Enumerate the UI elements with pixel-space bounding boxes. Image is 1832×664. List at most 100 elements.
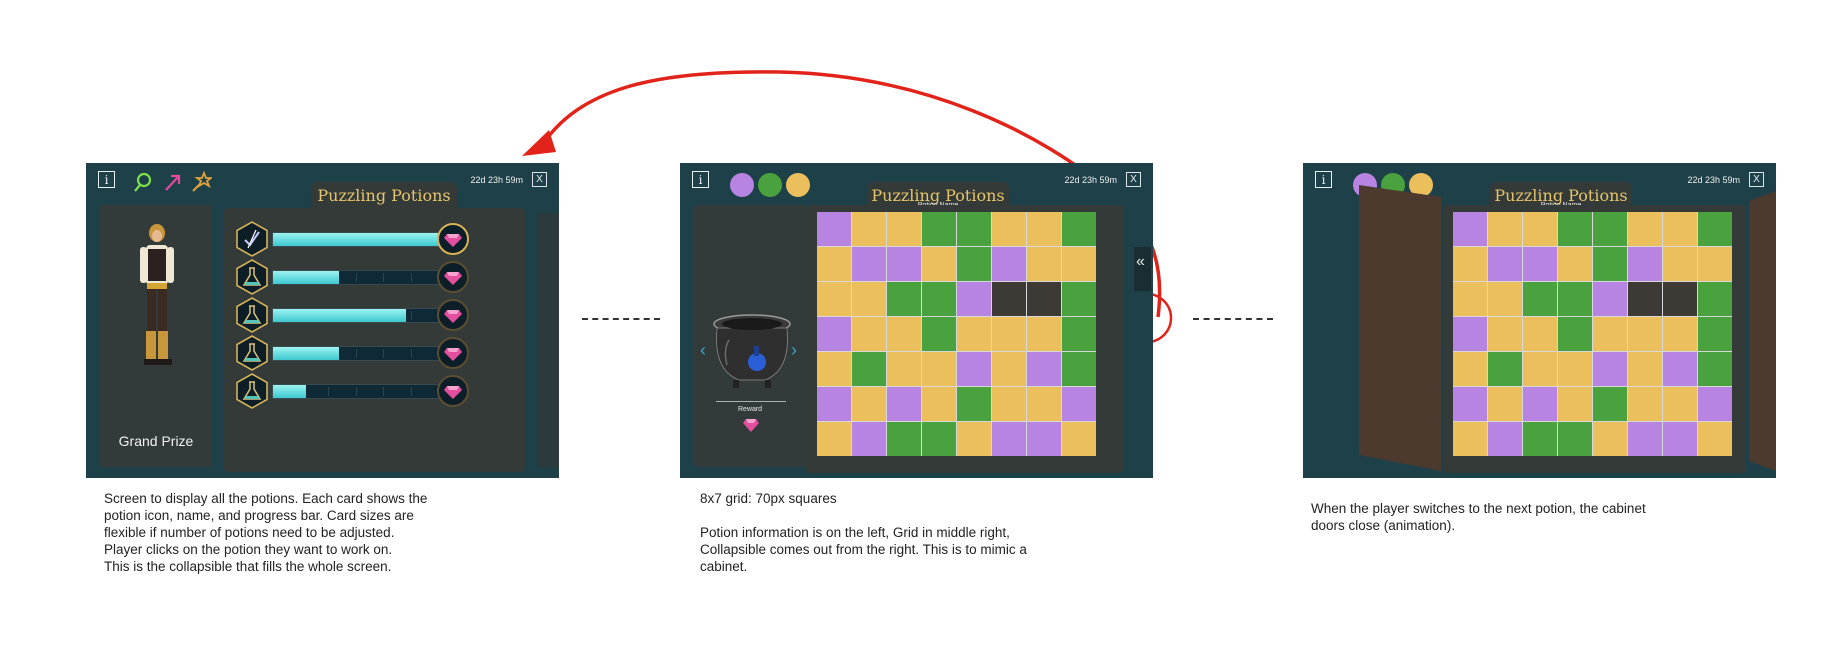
grid-cell[interactable]: [1593, 422, 1627, 456]
grid-cell[interactable]: [922, 422, 956, 456]
potion-card[interactable]: [234, 259, 469, 295]
collapse-button[interactable]: «: [1136, 253, 1145, 271]
grid-cell[interactable]: [1558, 422, 1592, 456]
grid-cell[interactable]: [817, 422, 851, 456]
grid-cell[interactable]: [1062, 247, 1096, 281]
potion-card[interactable]: [234, 335, 469, 371]
grid-cell[interactable]: [1027, 317, 1061, 351]
grid-cell[interactable]: [1523, 352, 1557, 386]
grid-cell[interactable]: [992, 352, 1026, 386]
grid-cell[interactable]: [852, 317, 886, 351]
green-potion-dot[interactable]: [758, 173, 782, 197]
grid-cell[interactable]: [852, 247, 886, 281]
grid-cell[interactable]: [1628, 247, 1662, 281]
grid-cell[interactable]: [1062, 422, 1096, 456]
grid-cell[interactable]: [817, 247, 851, 281]
grid-cell[interactable]: [1698, 352, 1732, 386]
grid-cell[interactable]: [992, 422, 1026, 456]
grid-cell[interactable]: [1558, 282, 1592, 316]
grid-cell[interactable]: [887, 317, 921, 351]
grid-cell[interactable]: [957, 282, 991, 316]
grid-cell[interactable]: [1663, 282, 1697, 316]
grid-cell[interactable]: [1628, 387, 1662, 421]
grid-cell[interactable]: [1698, 387, 1732, 421]
grid-cell[interactable]: [1593, 282, 1627, 316]
grid-cell[interactable]: [817, 317, 851, 351]
grid-cell[interactable]: [852, 387, 886, 421]
grid-cell[interactable]: [922, 387, 956, 421]
grid-cell[interactable]: [1027, 212, 1061, 246]
grid-cell[interactable]: [817, 387, 851, 421]
grid-cell[interactable]: [992, 387, 1026, 421]
grid-cell[interactable]: [1027, 422, 1061, 456]
grid-cell[interactable]: [852, 422, 886, 456]
grid-cell[interactable]: [1628, 317, 1662, 351]
grid-cell[interactable]: [1663, 352, 1697, 386]
grid-cell[interactable]: [1698, 317, 1732, 351]
potion-card[interactable]: [234, 297, 469, 333]
grid-cell[interactable]: [1593, 317, 1627, 351]
grid-cell[interactable]: [1062, 317, 1096, 351]
grid-cell[interactable]: [957, 317, 991, 351]
grid-cell[interactable]: [1027, 282, 1061, 316]
potion-card[interactable]: [234, 221, 469, 257]
grid-cell[interactable]: [1558, 212, 1592, 246]
yellow-potion-dot[interactable]: [786, 173, 810, 197]
grid-cell[interactable]: [922, 212, 956, 246]
grid-cell[interactable]: [922, 282, 956, 316]
grid-cell[interactable]: [1488, 247, 1522, 281]
grid-cell[interactable]: [887, 282, 921, 316]
grid-cell[interactable]: [1523, 212, 1557, 246]
grid-cell[interactable]: [817, 282, 851, 316]
grid-cell[interactable]: [1062, 282, 1096, 316]
grid-cell[interactable]: [887, 352, 921, 386]
grid-cell[interactable]: [1558, 247, 1592, 281]
grid-cell[interactable]: [1523, 247, 1557, 281]
grid-cell[interactable]: [957, 212, 991, 246]
grid-cell[interactable]: [957, 352, 991, 386]
grid-cell[interactable]: [922, 247, 956, 281]
grid-cell[interactable]: [1062, 352, 1096, 386]
grid-cell[interactable]: [1663, 212, 1697, 246]
grid-cell[interactable]: [1593, 212, 1627, 246]
grid-cell[interactable]: [1628, 422, 1662, 456]
grid-cell[interactable]: [992, 282, 1026, 316]
close-button[interactable]: X: [532, 172, 547, 187]
grid-cell[interactable]: [1523, 422, 1557, 456]
grid-cell[interactable]: [1488, 317, 1522, 351]
grid-cell[interactable]: [1488, 422, 1522, 456]
grid-cell[interactable]: [1628, 282, 1662, 316]
grid-cell[interactable]: [852, 212, 886, 246]
grid-cell[interactable]: [817, 352, 851, 386]
grid-cell[interactable]: [1523, 282, 1557, 316]
purple-potion-dot[interactable]: [730, 173, 754, 197]
grid-cell[interactable]: [817, 212, 851, 246]
grid-cell[interactable]: [887, 387, 921, 421]
grid-cell[interactable]: [1453, 352, 1487, 386]
grid-cell[interactable]: [992, 212, 1026, 246]
grid-cell[interactable]: [922, 352, 956, 386]
info-button[interactable]: i: [98, 171, 115, 188]
grid-cell[interactable]: [1698, 282, 1732, 316]
chevron-left-icon[interactable]: ‹: [700, 340, 706, 361]
grid-cell[interactable]: [922, 317, 956, 351]
grid-cell[interactable]: [1663, 387, 1697, 421]
grid-cell[interactable]: [1593, 387, 1627, 421]
grid-cell[interactable]: [1027, 247, 1061, 281]
grid-cell[interactable]: [852, 282, 886, 316]
info-button[interactable]: i: [1315, 171, 1332, 188]
close-button[interactable]: X: [1126, 172, 1141, 187]
grid-cell[interactable]: [1558, 317, 1592, 351]
grid-cell[interactable]: [1488, 212, 1522, 246]
grid-cell[interactable]: [1523, 387, 1557, 421]
grid-cell[interactable]: [1558, 352, 1592, 386]
close-button[interactable]: X: [1749, 172, 1764, 187]
grid-cell[interactable]: [1453, 212, 1487, 246]
grid-cell[interactable]: [1453, 247, 1487, 281]
grid-cell[interactable]: [1558, 387, 1592, 421]
grid-cell[interactable]: [887, 247, 921, 281]
grid-cell[interactable]: [1488, 387, 1522, 421]
grid-cell[interactable]: [1663, 247, 1697, 281]
grid-cell[interactable]: [1523, 317, 1557, 351]
grid-cell[interactable]: [957, 247, 991, 281]
